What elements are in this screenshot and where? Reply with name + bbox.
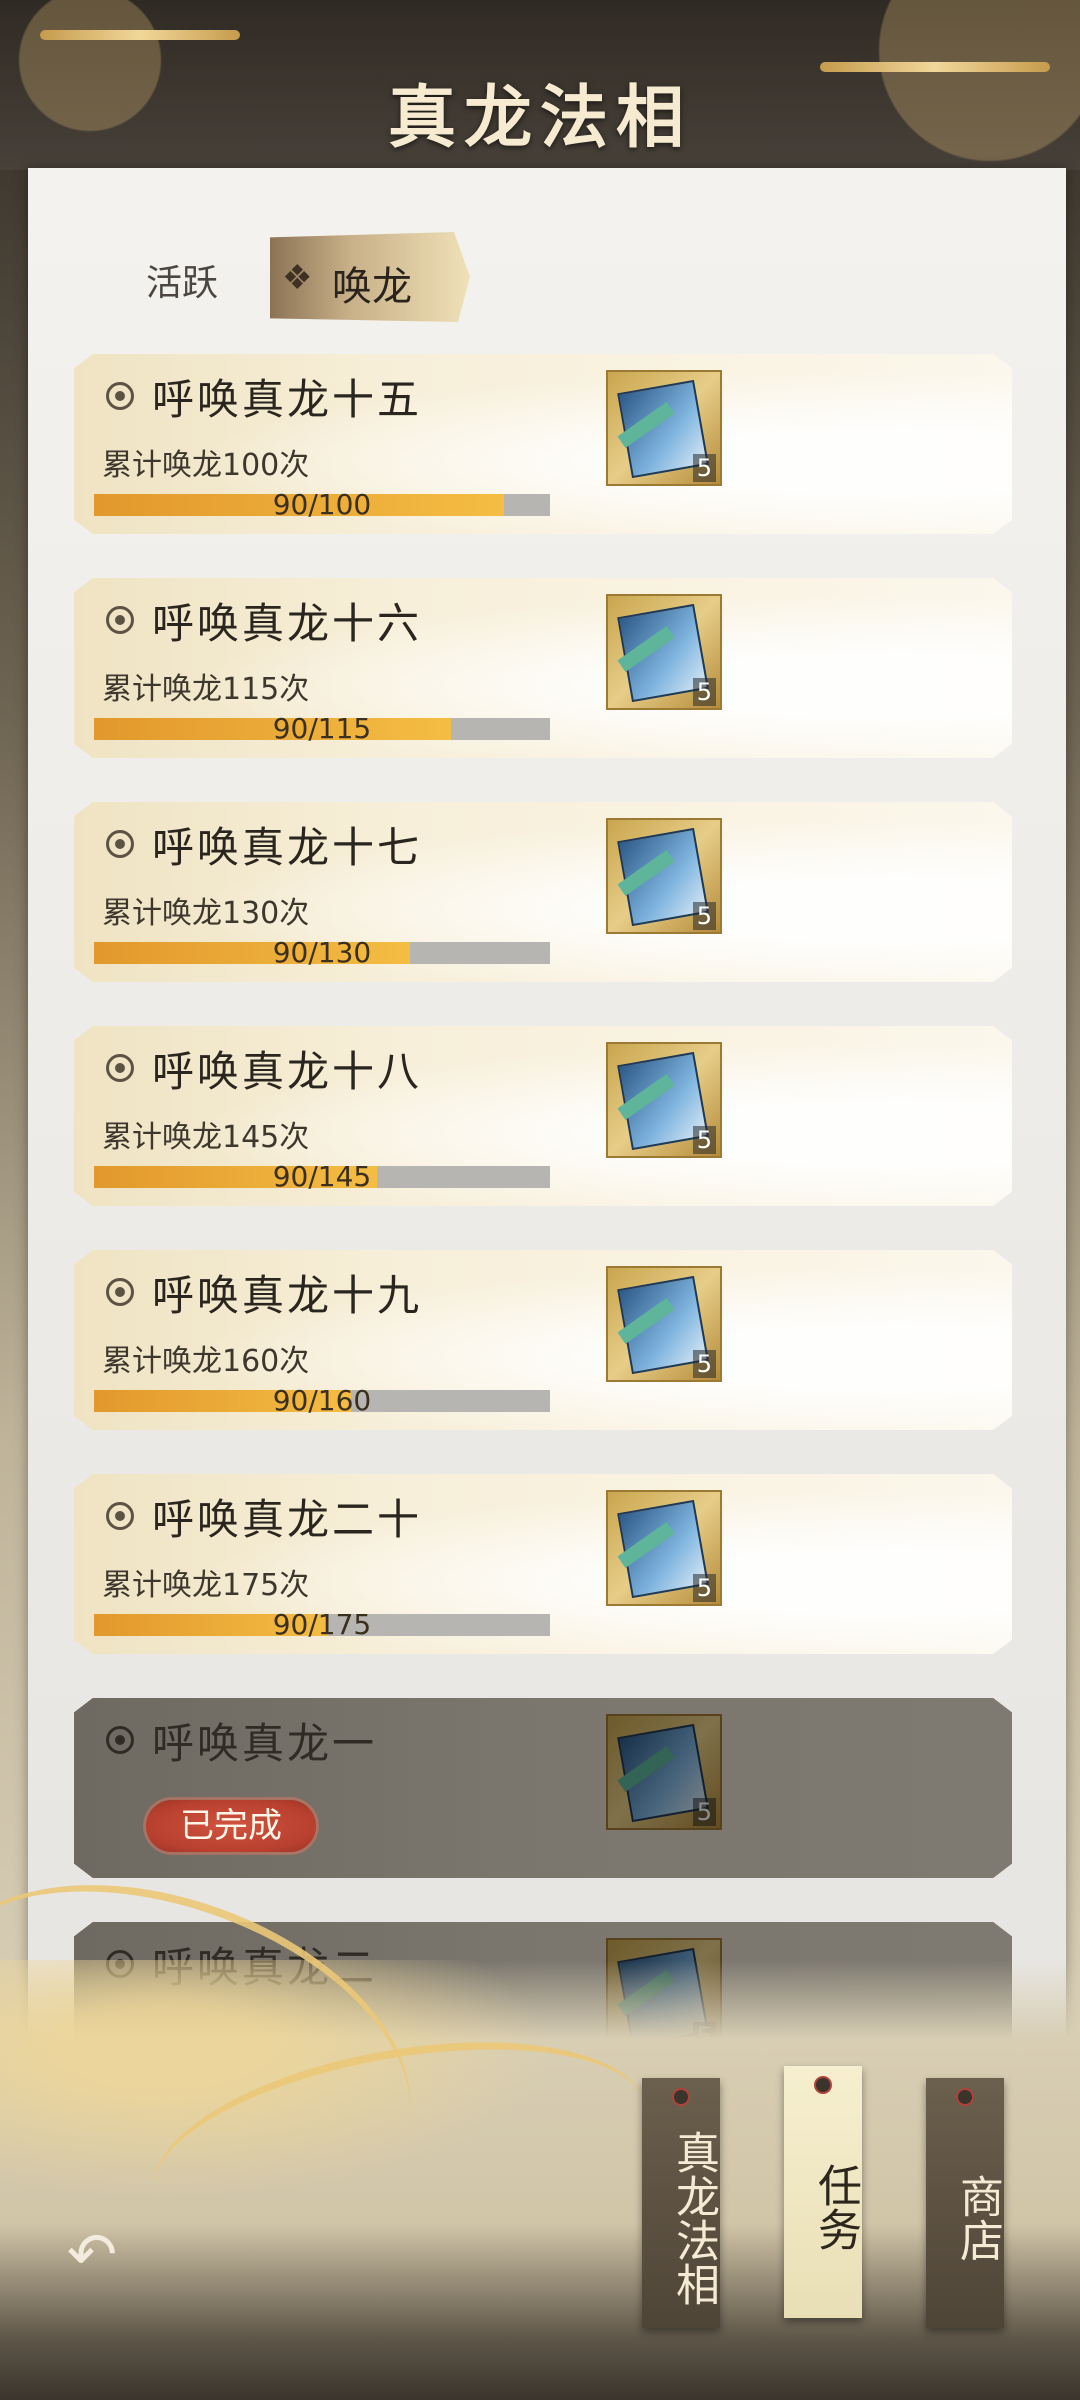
reward-item[interactable]: 5: [606, 1714, 722, 1830]
task-card-completed: 呼唤真龙一 已完成 5: [74, 1698, 1012, 1878]
task-card: 呼唤真龙十八 累计唤龙145次 90/145 5: [74, 1026, 1012, 1206]
circle-dot-icon: [106, 1726, 134, 1754]
progress-bar: 90/115: [94, 712, 550, 745]
task-card: 呼唤真龙二十 累计唤龙175次 90/175 5: [74, 1474, 1012, 1654]
task-desc: 累计唤龙160次: [102, 1344, 310, 1379]
reward-item[interactable]: 5: [606, 370, 722, 486]
reward-item[interactable]: 5: [606, 1490, 722, 1606]
task-name: 呼唤真龙一: [152, 1719, 378, 1768]
progress-text: 90/100: [272, 488, 372, 521]
task-card: 呼唤真龙十五 累计唤龙100次 90/100 5: [74, 354, 1012, 534]
task-desc: 累计唤龙115次: [102, 672, 310, 707]
reward-count: 5: [692, 678, 716, 706]
nav-tag-dragon-form[interactable]: 真龙法相: [642, 2078, 720, 2328]
tab-label: 唤龙: [332, 264, 412, 310]
nav-tag-shop[interactable]: 商店: [926, 2078, 1004, 2328]
tab-summon-dragon[interactable]: ❖ 唤龙: [270, 232, 470, 322]
progress-text: 90/130: [272, 936, 372, 969]
task-name: 呼唤真龙二十: [152, 1495, 423, 1544]
progress-bar: 90/130: [94, 936, 550, 969]
tab-active-tasks[interactable]: 活跃: [146, 254, 218, 306]
circle-dot-icon: [106, 1054, 134, 1082]
completed-badge: 已完成: [146, 1800, 316, 1852]
task-name: 呼唤真龙十九: [152, 1271, 423, 1320]
progress-bar: 90/160: [94, 1384, 550, 1417]
circle-dot-icon: [106, 830, 134, 858]
reward-count: 5: [692, 1126, 716, 1154]
task-desc: 累计唤龙130次: [102, 896, 310, 931]
task-desc: 累计唤龙100次: [102, 448, 310, 483]
task-name: 呼唤真龙十五: [152, 375, 423, 424]
reward-count: 5: [692, 1350, 716, 1378]
reward-count: 5: [692, 1798, 716, 1826]
reward-count: 5: [692, 454, 716, 482]
page-title: 真龙法相: [387, 78, 692, 158]
progress-bar: 90/145: [94, 1160, 550, 1193]
reward-count: 5: [692, 902, 716, 930]
back-arrow-icon[interactable]: ↶: [52, 2220, 132, 2290]
nav-tag-label: 真龙法相: [668, 2130, 719, 2306]
reward-item[interactable]: 5: [606, 1266, 722, 1382]
task-card: 呼唤真龙十七 累计唤龙130次 90/130 5: [74, 802, 1012, 982]
diamond-icon: ❖: [282, 258, 313, 298]
task-card: 呼唤真龙十六 累计唤龙115次 90/115 5: [74, 578, 1012, 758]
nav-tag-label: 商店: [952, 2174, 1003, 2262]
nav-tag-tasks[interactable]: 任务: [784, 2066, 862, 2318]
progress-text: 90/145: [272, 1160, 372, 1193]
progress-bar: 90/100: [94, 488, 550, 521]
tag-hole: [956, 2088, 974, 2106]
circle-dot-icon: [106, 1502, 134, 1530]
reward-item[interactable]: 5: [606, 594, 722, 710]
nav-tag-label: 任务: [810, 2163, 861, 2251]
progress-text: 90/175: [272, 1608, 372, 1641]
cloud-ornament: [40, 30, 240, 40]
circle-dot-icon: [106, 606, 134, 634]
task-name: 呼唤真龙十八: [152, 1047, 423, 1096]
tag-hole: [814, 2076, 832, 2094]
progress-text: 90/115: [272, 712, 372, 745]
tag-hole: [672, 2088, 690, 2106]
circle-dot-icon: [106, 1278, 134, 1306]
reward-count: 5: [692, 1574, 716, 1602]
task-desc: 累计唤龙145次: [102, 1120, 310, 1155]
reward-item[interactable]: 5: [606, 1042, 722, 1158]
circle-dot-icon: [106, 382, 134, 410]
task-desc: 累计唤龙175次: [102, 1568, 310, 1603]
task-name: 呼唤真龙十七: [152, 823, 423, 872]
reward-item[interactable]: 5: [606, 818, 722, 934]
task-name: 呼唤真龙十六: [152, 599, 423, 648]
progress-bar: 90/175: [94, 1608, 550, 1641]
task-card: 呼唤真龙十九 累计唤龙160次 90/160 5: [74, 1250, 1012, 1430]
progress-text: 90/160: [272, 1384, 372, 1417]
